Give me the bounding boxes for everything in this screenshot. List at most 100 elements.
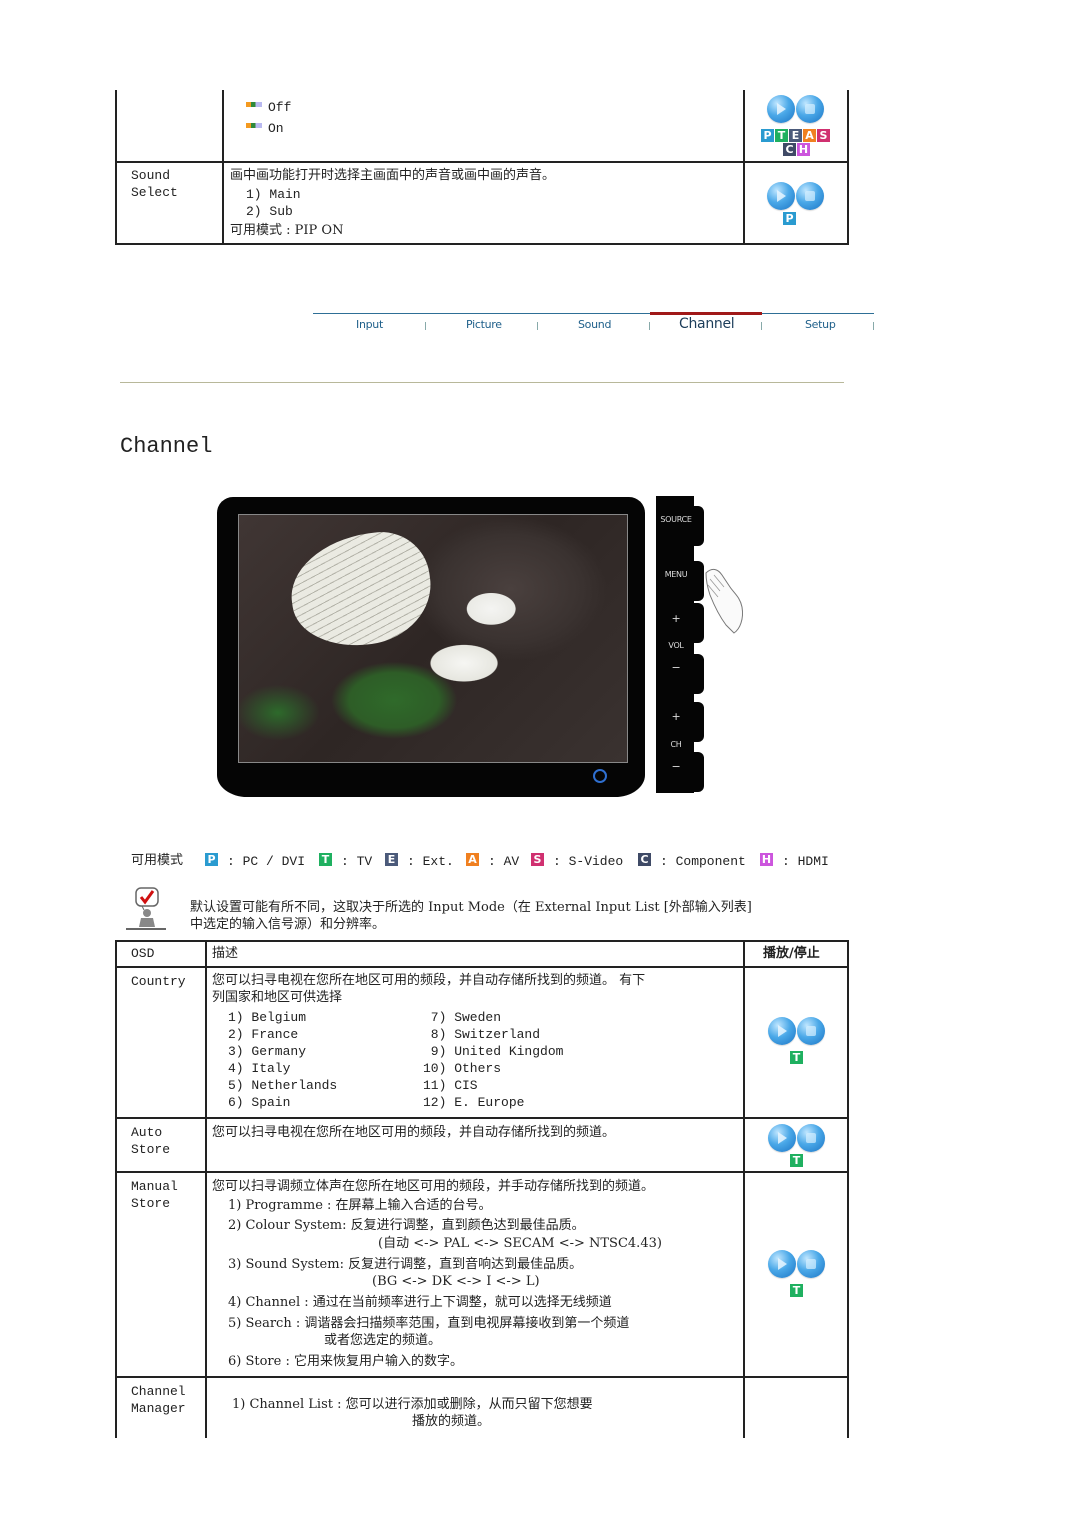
nav-separator	[425, 322, 426, 330]
nav-line	[762, 313, 874, 314]
mode-badge-e-icon: E	[385, 853, 398, 866]
mode-badge-c-icon: C	[638, 853, 651, 866]
country-item: 9) United Kingdom	[423, 1044, 564, 1059]
table-border	[847, 90, 849, 245]
mode-badge-p-icon: P	[783, 212, 796, 225]
monitor-screen	[238, 514, 628, 763]
description: 画中画功能打开时选择主画面中的声音或画中画的声音。	[230, 168, 556, 183]
description: 列国家和地区可供选择	[212, 990, 343, 1005]
table-border	[115, 161, 849, 163]
option-off: Off	[268, 100, 292, 115]
table-border	[205, 940, 207, 1438]
side-tab	[692, 561, 704, 601]
mode-badge-s-icon: S	[531, 853, 544, 866]
mode-badge-t-icon: T	[319, 853, 332, 866]
mode-text: : S-Video	[553, 854, 624, 869]
tab-picture[interactable]: Picture	[466, 318, 502, 331]
nav-separator	[649, 322, 650, 330]
list-item-detail: 播放的频道。	[412, 1414, 491, 1429]
table-border	[115, 966, 849, 968]
note-icon	[126, 887, 166, 930]
table-border	[115, 1376, 849, 1378]
list-item: 6) Store : 它用来恢复用户输入的数字。	[228, 1354, 463, 1369]
nav-separator	[873, 322, 874, 330]
mode-text: : TV	[341, 854, 373, 869]
header-play-stop: 播放/停止	[763, 946, 820, 961]
table-border	[115, 243, 849, 245]
play-stop-icon	[767, 182, 827, 214]
divider	[120, 382, 844, 383]
nav-separator	[761, 322, 762, 330]
table-border	[743, 90, 745, 245]
osd-label: Sound	[131, 168, 171, 183]
table-border	[743, 940, 745, 1438]
menu-button: MENU	[664, 570, 688, 579]
nav-line	[313, 313, 650, 314]
list-item: 2) Sub	[246, 204, 293, 219]
play-stop-icon[interactable]	[768, 1250, 828, 1282]
vol-down-button: −	[671, 661, 681, 674]
side-tab	[692, 654, 704, 694]
osd-channel-manager: Channel	[131, 1384, 186, 1399]
header-description: 描述	[212, 946, 239, 961]
power-icon	[593, 769, 607, 783]
osd-auto-store: Auto	[131, 1125, 163, 1140]
source-button: SOURCE	[660, 515, 692, 524]
list-item-detail: (BG <-> DK <-> I <-> L)	[372, 1274, 540, 1289]
mode-text: : Component	[660, 854, 746, 869]
mode-badge-t-icon: T	[790, 1154, 803, 1167]
monitor-side-buttons: SOURCE MENU + VOL − + CH −	[656, 496, 704, 793]
tab-channel[interactable]: Channel	[679, 316, 735, 332]
mode-badge-t-icon: T	[775, 129, 788, 142]
ch-up-button: +	[671, 710, 681, 723]
table-border	[115, 1171, 849, 1173]
vol-up-button: +	[671, 612, 681, 625]
list-item: 1) Programme : 在屏幕上输入合适的台号。	[228, 1198, 492, 1213]
mode-text: : AV	[488, 854, 520, 869]
country-item: 4) Italy	[228, 1061, 291, 1076]
nav-separator	[537, 322, 538, 330]
mode-badge-c-icon: C	[783, 143, 796, 156]
tab-sound[interactable]: Sound	[578, 318, 611, 331]
list-item-detail: 或者您选定的频道。	[324, 1333, 442, 1348]
mode-badge-a-icon: A	[803, 129, 816, 142]
ch-label: CH	[670, 740, 682, 749]
option-bullet-icon	[246, 102, 262, 107]
mode-text: : PC / DVI	[227, 854, 306, 869]
table-border	[847, 940, 849, 1438]
tab-setup[interactable]: Setup	[805, 318, 836, 331]
description: 您可以扫寻调频立体声在您所在地区可用的频段，并手动存储所找到的频道。	[212, 1179, 655, 1194]
play-stop-icon[interactable]	[768, 1124, 828, 1156]
mode-badge-t-icon: T	[790, 1051, 803, 1064]
description: 您可以扫寻电视在您所在地区可用的频段，并自动存储所找到的频道。	[212, 1125, 616, 1140]
country-item: 3) Germany	[228, 1044, 307, 1059]
country-item: 1) Belgium	[228, 1010, 307, 1025]
mode-badge-e-icon: E	[789, 129, 802, 142]
mode-badge-p-icon: P	[761, 129, 774, 142]
country-item: 2) France	[228, 1027, 299, 1042]
list-item: 1) Main	[246, 187, 301, 202]
option-on: On	[268, 121, 284, 136]
osd-manual-store: Manual	[131, 1179, 178, 1194]
mode-badge-s-icon: S	[817, 129, 830, 142]
osd-label: Select	[131, 185, 178, 200]
description: 您可以扫寻电视在您所在地区可用的频段，并自动存储所找到的频道。 有下	[212, 973, 646, 988]
tab-input[interactable]: Input	[356, 318, 383, 331]
page-title: Channel	[120, 434, 213, 459]
osd-manual-store: Store	[131, 1196, 171, 1211]
note-text: 默认设置可能有所不同，这取决于所选的 Input Mode（在 External…	[190, 900, 752, 915]
header-osd: OSD	[131, 946, 155, 961]
country-item: 6) Spain	[228, 1095, 291, 1110]
mode-badge-h-icon: H	[760, 853, 773, 866]
country-item: 5) Netherlands	[228, 1078, 338, 1093]
vol-label: VOL	[668, 641, 684, 650]
list-item: 1) Channel List : 您可以进行添加或删除，从而只留下您想要	[232, 1397, 593, 1412]
list-item: 3) Sound System: 反复进行调整，直到音响达到最佳品质。	[228, 1257, 583, 1272]
play-stop-icon	[767, 95, 827, 127]
hand-icon	[705, 568, 743, 634]
list-item: 4) Channel : 通过在当前频率进行上下调整，就可以选择无线频道	[228, 1295, 612, 1310]
table-border	[222, 90, 224, 245]
country-item: 8) Switzerland	[423, 1027, 541, 1042]
side-tab	[692, 702, 704, 742]
play-stop-icon[interactable]	[768, 1017, 828, 1049]
